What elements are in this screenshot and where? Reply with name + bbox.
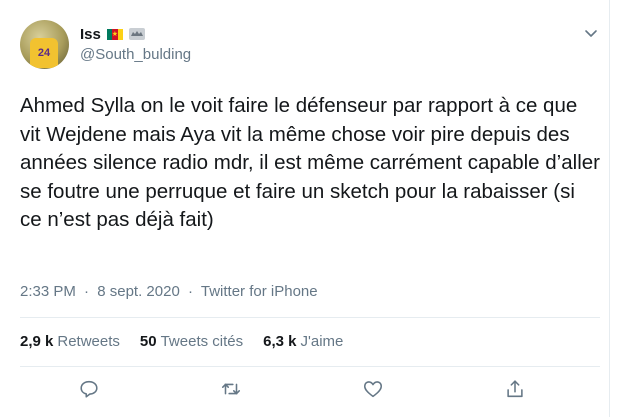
author-names: Iss ★ @South_bulding [80,24,191,64]
tweet-date[interactable]: 8 sept. 2020 [97,283,180,300]
tweet-actions [20,372,600,408]
divider [20,317,600,318]
retweets-count: 2,9 k [20,333,54,350]
meta-separator: · [187,283,193,300]
like-icon[interactable] [362,378,384,400]
tweet-source[interactable]: Twitter for iPhone [201,283,318,300]
chevron-down-icon[interactable] [582,24,600,42]
tweet-header: 24 Iss ★ @South_bulding [20,20,600,72]
tweet-text: Ahmed Sylla on le voit faire le défenseu… [20,94,600,231]
tweet-stats: 2,9 k Retweets 50 Tweets cités 6,3 k J'aime [20,333,343,350]
likes-stat[interactable]: 6,3 k J'aime [263,333,343,350]
tweet-card: 24 Iss ★ @South_bulding Ahmed Sylla on l… [0,0,610,417]
cameroon-flag-icon: ★ [106,28,123,40]
retweet-icon[interactable] [220,378,242,400]
likes-label: J'aime [300,333,344,350]
quotes-stat[interactable]: 50 Tweets cités [140,333,243,350]
tweet-time[interactable]: 2:33 PM [20,283,76,300]
user-handle[interactable]: @South_bulding [80,46,191,63]
avatar-jersey: 24 [30,38,58,68]
likes-count: 6,3 k [263,333,297,350]
quotes-count: 50 [139,333,157,350]
reply-icon[interactable] [78,378,100,400]
divider [20,366,600,367]
display-name-row: Iss ★ [80,24,191,44]
bat-signal-icon [128,28,145,40]
share-icon[interactable] [504,378,526,400]
retweets-label: Retweets [57,333,120,350]
quotes-label: Tweets cités [160,333,244,350]
tweet-meta: 2:33 PM · 8 sept. 2020 · Twitter for iPh… [20,283,322,300]
display-name[interactable]: Iss [80,26,101,43]
avatar[interactable]: 24 [20,20,69,69]
retweets-stat[interactable]: 2,9 k Retweets [20,333,120,350]
meta-separator: · [84,283,90,300]
